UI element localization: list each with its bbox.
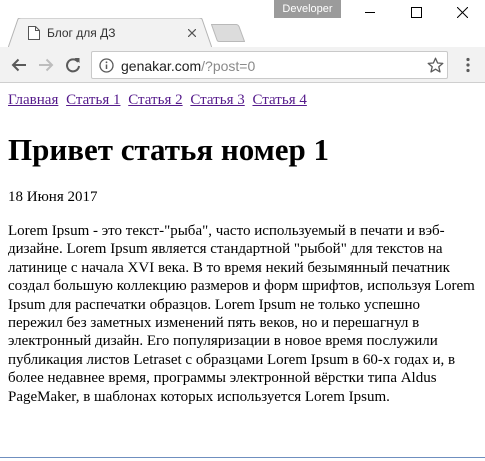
nav-link-home[interactable]: Главная — [8, 92, 58, 108]
arrow-right-icon — [39, 58, 54, 72]
star-icon[interactable] — [427, 57, 444, 74]
url-path: /?post=0 — [201, 58, 256, 74]
new-tab-button[interactable] — [211, 24, 245, 42]
profile-badge[interactable]: Developer — [274, 0, 341, 18]
close-window-button[interactable] — [439, 0, 485, 24]
url-host: genakar.com — [121, 58, 202, 74]
reload-icon — [66, 58, 80, 73]
arrow-left-icon — [11, 58, 26, 72]
page-content: Главная Статья 1 Статья 2 Статья 3 Стать… — [0, 84, 485, 457]
tab-title: Блог для ДЗ — [47, 26, 116, 40]
post-date: 18 Июня 2017 — [8, 189, 98, 205]
forward-button[interactable] — [34, 53, 58, 77]
minimize-icon — [364, 11, 375, 13]
kebab-menu-icon[interactable] — [460, 57, 476, 73]
site-nav: Главная Статья 1 Статья 2 Статья 3 Стать… — [8, 92, 307, 109]
reload-button[interactable] — [61, 53, 85, 77]
post-title: Привет статья номер 1 — [8, 132, 330, 167]
close-icon — [188, 29, 196, 37]
url-text[interactable]: genakar.com/?post=0 — [121, 58, 255, 74]
maximize-icon — [410, 6, 422, 18]
maximize-button[interactable] — [393, 0, 439, 24]
back-button[interactable] — [7, 53, 31, 77]
browser-toolbar: genakar.com/?post=0 — [0, 47, 485, 83]
info-icon[interactable] — [99, 58, 114, 73]
tab-close-button[interactable] — [184, 25, 200, 41]
post-body: Lorem Ipsum - это текст-"рыба", часто ис… — [8, 223, 475, 405]
address-bar[interactable]: genakar.com/?post=0 — [91, 51, 448, 79]
nav-link-article-3[interactable]: Статья 3 — [190, 92, 244, 108]
close-icon — [456, 6, 468, 18]
browser-titlebar: Developer Блог для ДЗ — [0, 0, 485, 48]
window-bottom-border — [0, 457, 485, 458]
page-icon — [28, 26, 40, 40]
nav-link-article-2[interactable]: Статья 2 — [128, 92, 182, 108]
nav-link-article-4[interactable]: Статья 4 — [252, 92, 306, 108]
nav-link-article-1[interactable]: Статья 1 — [66, 92, 120, 108]
minimize-button[interactable] — [347, 0, 393, 24]
